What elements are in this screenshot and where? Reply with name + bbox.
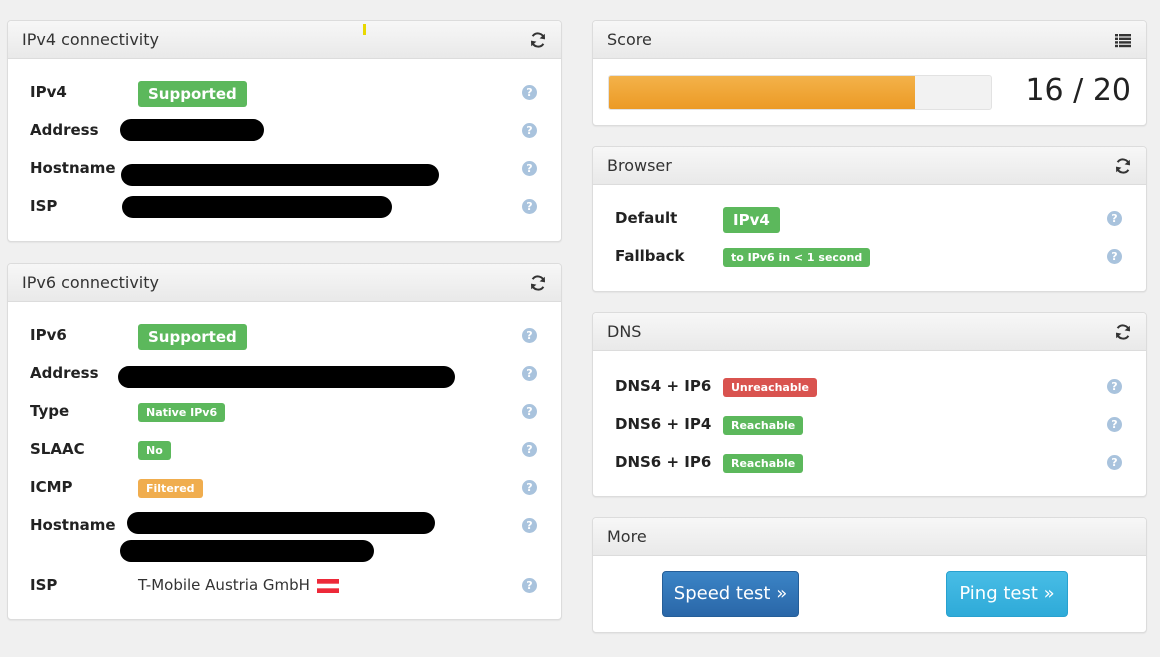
ipv6-panel: IPv6 connectivity IPv6 Supported ? Addre… <box>7 263 562 620</box>
redacted-isp <box>122 196 392 218</box>
ipv4-panel: IPv4 connectivity IPv4 Supported ? Addre… <box>7 20 562 242</box>
ipv6-slaac-label: SLAAC <box>30 440 85 458</box>
score-panel-header: Score <box>593 21 1146 59</box>
austria-flag-icon <box>316 578 339 593</box>
ipv6-isp-value: T-Mobile Austria GmbH <box>138 576 310 594</box>
list-icon[interactable] <box>1114 31 1132 49</box>
help-icon[interactable]: ? <box>1107 211 1122 226</box>
ipv4-isp-label: ISP <box>30 197 58 215</box>
help-icon[interactable]: ? <box>522 328 537 343</box>
ipv4-isp-row: ISP ? <box>30 195 539 219</box>
ipv6-label: IPv6 <box>30 326 67 344</box>
redacted-hostname <box>120 540 374 562</box>
more-panel-title: More <box>607 527 647 546</box>
dns-panel: DNS DNS4 + IP6 Unreachable ? DNS6 + IP4 … <box>592 312 1147 497</box>
ipv6-hostname-label: Hostname <box>30 516 116 534</box>
ipv6-icmp-label: ICMP <box>30 478 73 496</box>
score-panel: Score 16 / 20 <box>592 20 1147 126</box>
browser-fallback-badge: to IPv6 in < 1 second <box>723 248 871 267</box>
ipv4-hostname-row: Hostname ? <box>30 157 539 186</box>
speed-test-button[interactable]: Speed test » <box>662 571 799 617</box>
help-icon[interactable]: ? <box>1107 379 1122 394</box>
help-icon[interactable]: ? <box>522 518 537 533</box>
ipv6-address-row: Address ? <box>30 362 539 388</box>
ipv6-icmp-badge: Filtered <box>138 479 203 498</box>
ipv4-supported-badge: Supported <box>138 81 247 107</box>
browser-default-label: Default <box>615 209 678 227</box>
ipv6-isp-row: ISP T-Mobile Austria GmbH ? <box>30 574 539 598</box>
dns6-ip6-label: DNS6 + IP6 <box>615 453 712 471</box>
browser-fallback-label: Fallback <box>615 247 685 265</box>
dns-panel-header: DNS <box>593 313 1146 351</box>
ipv6-type-badge: Native IPv6 <box>138 403 226 422</box>
dns4-ip6-label: DNS4 + IP6 <box>615 377 712 395</box>
dns6-ip4-badge: Reachable <box>723 416 804 435</box>
dns6-ip6-badge: Reachable <box>723 454 804 473</box>
browser-default-row: Default IPv4 ? <box>615 207 1124 233</box>
score-value: 16 / 20 <box>1025 73 1131 108</box>
refresh-icon[interactable] <box>1114 323 1132 341</box>
ipv6-type-row: Type Native IPv6 ? <box>30 400 539 424</box>
help-icon[interactable]: ? <box>1107 249 1122 264</box>
score-panel-title: Score <box>607 30 652 49</box>
ipv6-slaac-badge: No <box>138 441 171 460</box>
ipv4-panel-title: IPv4 connectivity <box>22 30 159 49</box>
help-icon[interactable]: ? <box>522 85 537 100</box>
ipv4-hostname-label: Hostname <box>30 159 116 177</box>
help-icon[interactable]: ? <box>522 578 537 593</box>
browser-panel: Browser Default IPv4 ? Fallback to IPv6 … <box>592 146 1147 292</box>
refresh-icon[interactable] <box>529 31 547 49</box>
more-panel-header: More <box>593 518 1146 556</box>
help-icon[interactable]: ? <box>1107 417 1122 432</box>
help-icon[interactable]: ? <box>522 442 537 457</box>
ipv6-address-label: Address <box>30 364 99 382</box>
help-icon[interactable]: ? <box>522 161 537 176</box>
browser-panel-title: Browser <box>607 156 672 175</box>
yellow-marker <box>363 24 366 35</box>
ipv6-row: IPv6 Supported ? <box>30 324 539 350</box>
dns6-ip4-label: DNS6 + IP4 <box>615 415 712 433</box>
ipv6-slaac-row: SLAAC No ? <box>30 438 539 462</box>
dns6-ip4-row: DNS6 + IP4 Reachable ? <box>615 413 1124 437</box>
redacted-address <box>118 366 455 388</box>
ipv6-panel-title: IPv6 connectivity <box>22 273 159 292</box>
ipv6-icmp-row: ICMP Filtered ? <box>30 476 539 500</box>
score-progress-bar <box>608 75 992 110</box>
refresh-icon[interactable] <box>529 274 547 292</box>
ipv6-isp-label: ISP <box>30 576 58 594</box>
refresh-icon[interactable] <box>1114 157 1132 175</box>
browser-default-badge: IPv4 <box>723 207 780 233</box>
help-icon[interactable]: ? <box>522 404 537 419</box>
dns6-ip6-row: DNS6 + IP6 Reachable ? <box>615 451 1124 475</box>
redacted-hostname <box>127 512 435 534</box>
more-panel: More Speed test » Ping test » <box>592 517 1147 633</box>
ipv4-address-row: Address ? <box>30 119 539 143</box>
help-icon[interactable]: ? <box>522 123 537 138</box>
score-progress-fill <box>609 76 915 109</box>
dns-panel-title: DNS <box>607 322 642 341</box>
dns4-ip6-row: DNS4 + IP6 Unreachable ? <box>615 375 1124 399</box>
ipv6-type-label: Type <box>30 402 70 420</box>
ipv4-address-label: Address <box>30 121 99 139</box>
ipv6-hostname-row: Hostname ? <box>30 512 539 566</box>
browser-panel-header: Browser <box>593 147 1146 185</box>
dns4-ip6-badge: Unreachable <box>723 378 817 397</box>
ipv4-label: IPv4 <box>30 83 67 101</box>
ping-test-button[interactable]: Ping test » <box>946 571 1068 617</box>
help-icon[interactable]: ? <box>522 199 537 214</box>
browser-fallback-row: Fallback to IPv6 in < 1 second ? <box>615 245 1124 269</box>
ipv4-panel-header: IPv4 connectivity <box>8 21 561 59</box>
help-icon[interactable]: ? <box>522 366 537 381</box>
ipv4-row: IPv4 Supported ? <box>30 81 539 107</box>
help-icon[interactable]: ? <box>1107 455 1122 470</box>
ipv6-panel-header: IPv6 connectivity <box>8 264 561 302</box>
ipv6-supported-badge: Supported <box>138 324 247 350</box>
help-icon[interactable]: ? <box>522 480 537 495</box>
redacted-hostname <box>121 164 439 186</box>
redacted-address <box>120 119 264 141</box>
